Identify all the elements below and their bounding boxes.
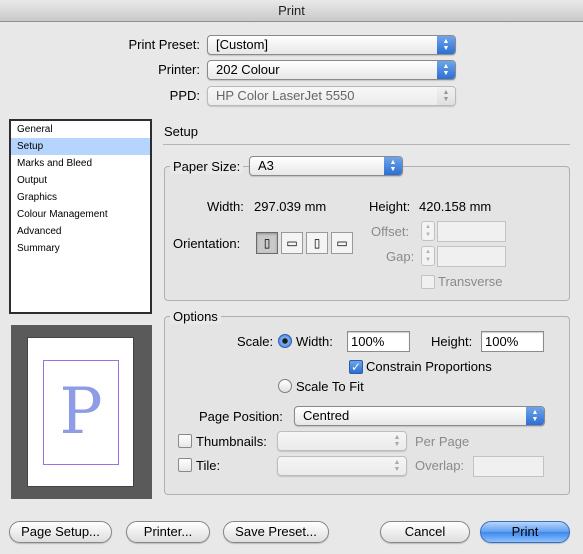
gap-field: [437, 246, 506, 267]
reverse-portrait-icon[interactable]: ▯: [306, 232, 328, 254]
thumbnails-checkbox[interactable]: [178, 434, 192, 448]
scale-height-field[interactable]: 100%: [481, 331, 544, 352]
sidebar-item-general[interactable]: General: [11, 121, 150, 138]
overlap-field: [473, 456, 544, 477]
offset-field: [437, 221, 506, 242]
overlap-label: Overlap:: [415, 458, 465, 473]
portrait-icon[interactable]: ▯: [256, 232, 278, 254]
offset-stepper: ▲ ▼: [421, 221, 435, 241]
reverse-landscape-icon[interactable]: ▭: [331, 232, 353, 254]
scale-width-field[interactable]: 100%: [347, 331, 410, 352]
sidebar-item-summary[interactable]: Summary: [11, 240, 150, 257]
tile-popup: ▲ ▼: [277, 456, 407, 476]
print-categories-list[interactable]: General Setup Marks and Bleed Output Gra…: [9, 119, 152, 314]
print-preset-popup[interactable]: [Custom] ▲ ▼: [207, 35, 456, 55]
popup-arrows-icon: ▲ ▼: [437, 87, 455, 105]
page-position-label: Page Position:: [199, 409, 283, 424]
sidebar-item-colour-management[interactable]: Colour Management: [11, 206, 150, 223]
offset-label: Offset:: [371, 224, 410, 239]
cancel-button[interactable]: Cancel: [380, 521, 470, 543]
scale-to-fit-label: Scale To Fit: [296, 379, 364, 394]
printer-button[interactable]: Printer...: [126, 521, 210, 543]
transverse-label: Transverse: [438, 274, 503, 289]
ppd-value: HP Color LaserJet 5550: [216, 88, 355, 103]
constrain-proportions-checkbox[interactable]: ✓: [349, 360, 363, 374]
constrain-proportions-label: Constrain Proportions: [366, 359, 492, 374]
page-position-value: Centred: [303, 408, 350, 423]
paper-size-popup[interactable]: A3 ▲ ▼: [249, 156, 403, 176]
printer-label: Printer:: [158, 62, 200, 77]
popup-arrows-icon: ▲ ▼: [437, 61, 455, 79]
sidebar-item-setup[interactable]: Setup: [11, 138, 150, 155]
tile-label: Tile:: [196, 458, 221, 473]
print-button[interactable]: Print: [480, 521, 570, 543]
ppd-label: PPD:: [169, 88, 200, 103]
page-position-popup[interactable]: Centred ▲ ▼: [294, 406, 545, 426]
tile-checkbox[interactable]: [178, 458, 192, 472]
print-preset-value: [Custom]: [216, 37, 269, 52]
printer-value: 202 Colour: [216, 62, 280, 77]
sidebar-item-graphics[interactable]: Graphics: [11, 189, 150, 206]
paper-size-value: A3: [258, 158, 274, 173]
print-preset-label: Print Preset:: [128, 37, 200, 52]
popup-arrows-icon: ▲ ▼: [384, 157, 402, 175]
thumbnails-per-page-popup: ▲ ▼: [277, 431, 407, 451]
popup-arrows-icon: ▲ ▼: [437, 36, 455, 54]
paper-width-label: Width:: [207, 199, 244, 214]
scale-height-label: Height:: [431, 334, 473, 349]
popup-arrows-icon: ▲ ▼: [526, 407, 544, 425]
section-title: Setup: [164, 124, 198, 139]
scale-width-radio[interactable]: [278, 334, 292, 348]
thumbnails-label: Thumbnails:: [196, 434, 267, 449]
scale-to-fit-radio[interactable]: [278, 379, 292, 393]
gap-stepper: ▲ ▼: [421, 246, 435, 266]
page-setup-button[interactable]: Page Setup...: [9, 521, 112, 543]
scale-label: Scale:: [237, 334, 274, 349]
sidebar-item-marks-and-bleed[interactable]: Marks and Bleed: [11, 155, 150, 172]
sidebar-item-output[interactable]: Output: [11, 172, 150, 189]
save-preset-button[interactable]: Save Preset...: [223, 521, 329, 543]
popup-arrows-icon: ▲ ▼: [393, 459, 401, 473]
printer-popup[interactable]: 202 Colour ▲ ▼: [207, 60, 456, 80]
popup-arrows-icon: ▲ ▼: [393, 434, 401, 448]
paper-height-value: 420.158 mm: [419, 199, 492, 214]
scale-width-label: Width:: [296, 334, 333, 349]
paper-size-group: [164, 166, 570, 301]
landscape-icon[interactable]: ▭: [281, 232, 303, 254]
transverse-checkbox: [421, 275, 435, 289]
section-divider: [163, 144, 570, 145]
sidebar-item-advanced[interactable]: Advanced: [11, 223, 150, 240]
paper-size-label: Paper Size:: [170, 159, 244, 174]
options-group-label: Options: [170, 309, 221, 324]
orientation-label: Orientation:: [173, 236, 241, 251]
window-title: Print: [0, 0, 583, 22]
preview-page-letter: P: [59, 375, 103, 449]
gap-label: Gap:: [386, 249, 415, 264]
per-page-label: Per Page: [415, 434, 470, 449]
ppd-popup: HP Color LaserJet 5550 ▲ ▼: [207, 86, 456, 106]
paper-height-label: Height:: [369, 199, 411, 214]
paper-width-value: 297.039 mm: [254, 199, 327, 214]
